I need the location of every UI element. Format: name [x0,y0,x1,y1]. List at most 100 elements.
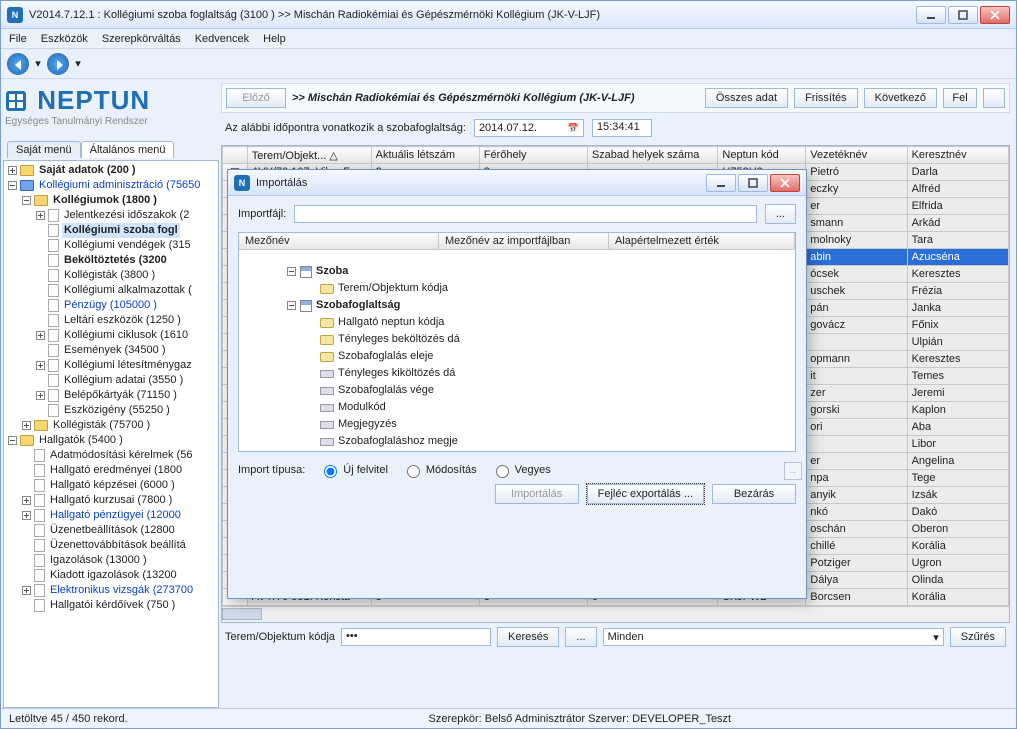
search-button[interactable]: Keresés [497,627,559,647]
tree-item[interactable]: Hallgató eredményei (1800 [6,463,216,478]
expand-icon[interactable] [36,361,45,370]
tree-item[interactable]: Kollégium adatai (3550 ) [6,373,216,388]
column-header[interactable]: Aktuális létszám [371,147,479,164]
side-arrow-button[interactable]: → [784,462,802,480]
tree-item[interactable]: Események (34500 ) [6,343,216,358]
pin-button[interactable] [983,88,1005,108]
tree-item[interactable]: Hallgatói kérdőívek (750 ) [6,598,216,613]
up-button[interactable]: Fel [943,88,977,108]
tab-general-menu[interactable]: Általános menü [81,141,175,158]
search-input[interactable]: ••• [341,628,491,646]
expand-icon[interactable] [22,496,31,505]
tree-item[interactable]: Kollégiumi alkalmazottak ( [6,283,216,298]
field-item[interactable]: Szobafoglalás eleje [283,348,791,365]
tree-item[interactable]: Kollégisták (3800 ) [6,268,216,283]
radio-mixed-input[interactable] [496,465,509,478]
expand-icon[interactable] [8,166,17,175]
menu-fav[interactable]: Kedvencek [195,33,249,45]
radio-modify[interactable]: Módosítás [402,462,477,478]
nav-forward-button[interactable] [47,53,69,75]
tree-item[interactable]: Kiadott igazolások (13200 [6,568,216,583]
menu-file[interactable]: File [9,33,27,45]
maximize-button[interactable] [948,6,978,24]
column-header[interactable]: Neptun kód [718,147,806,164]
tree-item[interactable]: Beköltöztetés (3200 [6,253,216,268]
collapse-icon[interactable] [287,267,296,276]
tree-item[interactable]: Üzenettovábbítások beállítá [6,538,216,553]
radio-new-input[interactable] [324,465,337,478]
field-item[interactable]: Hallgató neptun kódja [283,314,791,331]
tree-item[interactable]: Üzenetbeállítások (12800 [6,523,216,538]
tree-item[interactable]: Kollégiumi létesítménygaz [6,358,216,373]
field-item[interactable]: Megjegyzés [283,416,791,433]
tree-item[interactable]: Hallgató kurzusai (7800 ) [6,493,216,508]
tree-item[interactable]: Pénzügy (105000 ) [6,298,216,313]
search-more-button[interactable]: ... [565,627,596,647]
field-item[interactable]: Terem/Objektum kódja [283,280,791,297]
header-export-button[interactable]: Fejléc exportálás ... [587,484,704,504]
dialog-close-text-button[interactable]: Bezárás [712,484,796,504]
menu-tools[interactable]: Eszközök [41,33,88,45]
tab-own-menu[interactable]: Saját menü [7,141,81,158]
refresh-button[interactable]: Frissítés [794,88,858,108]
collapse-icon[interactable] [8,436,17,445]
import-button[interactable]: Importálás [495,484,579,504]
tree-item[interactable]: Kollégisták (75700 ) [6,418,216,433]
field-item[interactable]: Tényleges beköltözés dá [283,331,791,348]
next-button[interactable]: Következő [864,88,937,108]
expand-icon[interactable] [22,586,31,595]
collapse-icon[interactable] [8,181,17,190]
tree-item[interactable]: Hallgató képzései (6000 ) [6,478,216,493]
collapse-icon[interactable] [22,196,31,205]
tree-item[interactable]: Kollégiumi vendégek (315 [6,238,216,253]
menu-help[interactable]: Help [263,33,286,45]
nav-forward-dropdown[interactable]: ▾ [73,53,83,75]
expand-icon[interactable] [36,211,45,220]
importfile-input[interactable] [294,205,757,223]
dialog-close-button[interactable] [770,174,800,192]
column-header[interactable]: Férőhely [479,147,587,164]
browse-button[interactable]: ... [765,204,796,224]
column-header[interactable]: Szabad helyek száma [587,147,718,164]
tree-item[interactable]: Leltári eszközök (1250 ) [6,313,216,328]
nav-back-button[interactable] [7,53,29,75]
tree-item[interactable]: Hallgató pénzügyei (12000 [6,508,216,523]
filter-button[interactable]: Szűrés [950,627,1006,647]
tree-item[interactable]: Kollégiumi adminisztráció (75650 [6,178,216,193]
close-button[interactable] [980,6,1010,24]
horizontal-scrollbar[interactable] [222,606,1009,622]
tree-item[interactable]: Kollégiumi ciklusok (1610 [6,328,216,343]
tree-item[interactable]: Saját adatok (200 ) [6,163,216,178]
prev-button[interactable]: Előző [226,88,286,108]
expand-icon[interactable] [22,511,31,520]
tree-item[interactable]: Kollégiumok (1800 ) [6,193,216,208]
tree-item[interactable]: Eszközigény (55250 ) [6,403,216,418]
time-input[interactable]: 15:34:41 [592,119,652,137]
tree-item[interactable]: Kollégiumi szoba fogl [6,223,216,238]
filter-combo[interactable]: Minden▾ [603,628,944,646]
date-input[interactable]: 2014.07.12. 📅 [474,119,584,137]
expand-icon[interactable] [22,421,31,430]
expand-icon[interactable] [36,331,45,340]
tree-item[interactable]: Elektronikus vizsgák (273700 [6,583,216,598]
field-item[interactable]: Szoba [283,263,791,280]
tree-item[interactable]: Hallgatók (5400 ) [6,433,216,448]
field-mapping-table[interactable]: Mezőnév Mezőnév az importfájlban Alapért… [238,232,796,452]
nav-back-dropdown[interactable]: ▾ [33,53,43,75]
field-item[interactable]: Szobafoglaláshoz megje [283,433,791,448]
radio-new[interactable]: Új felvitel [319,462,388,478]
field-item[interactable]: Szobafoglalás vége [283,382,791,399]
dialog-minimize-button[interactable] [706,174,736,192]
nav-tree[interactable]: Saját adatok (200 )Kollégiumi adminisztr… [3,160,219,708]
minimize-button[interactable] [916,6,946,24]
radio-modify-input[interactable] [407,465,420,478]
tree-item[interactable]: Igazolások (13000 ) [6,553,216,568]
tree-item[interactable]: Adatmódosítási kérelmek (56 [6,448,216,463]
column-header[interactable]: Keresztnév [907,147,1008,164]
all-data-button[interactable]: Összes adat [705,88,788,108]
column-header[interactable]: Terem/Objekt... △ [247,147,371,164]
dialog-maximize-button[interactable] [738,174,768,192]
radio-mixed[interactable]: Vegyes [491,462,551,478]
column-header[interactable] [223,147,248,164]
tree-item[interactable]: Jelentkezési időszakok (2 [6,208,216,223]
